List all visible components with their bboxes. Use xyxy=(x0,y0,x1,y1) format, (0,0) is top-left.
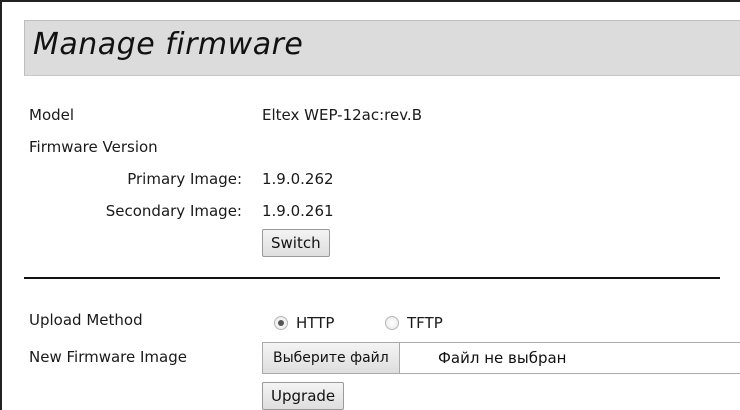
firmware-version-label: Firmware Version xyxy=(29,138,158,156)
radio-http[interactable]: HTTP xyxy=(274,314,334,332)
switch-button[interactable]: Switch xyxy=(262,229,330,257)
file-input[interactable]: Выберите файл Файл не выбран xyxy=(262,342,740,374)
file-status: Файл не выбран xyxy=(438,349,567,367)
radio-tftp-label: TFTP xyxy=(407,314,443,332)
model-label: Model xyxy=(29,106,75,124)
upgrade-button[interactable]: Upgrade xyxy=(262,382,345,410)
primary-image-label: Primary Image: xyxy=(127,170,242,188)
secondary-image-label: Secondary Image: xyxy=(105,202,242,220)
radio-http-label: HTTP xyxy=(296,314,335,332)
radio-http-button[interactable] xyxy=(274,316,288,330)
model-value: Eltex WEP-12ac:rev.B xyxy=(262,106,422,124)
primary-image-value: 1.9.0.262 xyxy=(262,170,334,188)
upload-method-label: Upload Method xyxy=(29,311,143,329)
secondary-image-value: 1.9.0.261 xyxy=(262,202,334,220)
radio-tftp-button[interactable] xyxy=(385,316,399,330)
new-firmware-image-label: New Firmware Image xyxy=(29,348,187,366)
section-divider xyxy=(24,277,720,279)
page-title: Manage firmware xyxy=(33,27,304,62)
choose-file-button[interactable]: Выберите файл xyxy=(263,343,400,373)
manage-firmware-page: Manage firmware Model Eltex WEP-12ac:rev… xyxy=(0,0,740,410)
radio-tftp[interactable]: TFTP xyxy=(385,314,443,332)
title-bar: Manage firmware xyxy=(24,20,740,76)
